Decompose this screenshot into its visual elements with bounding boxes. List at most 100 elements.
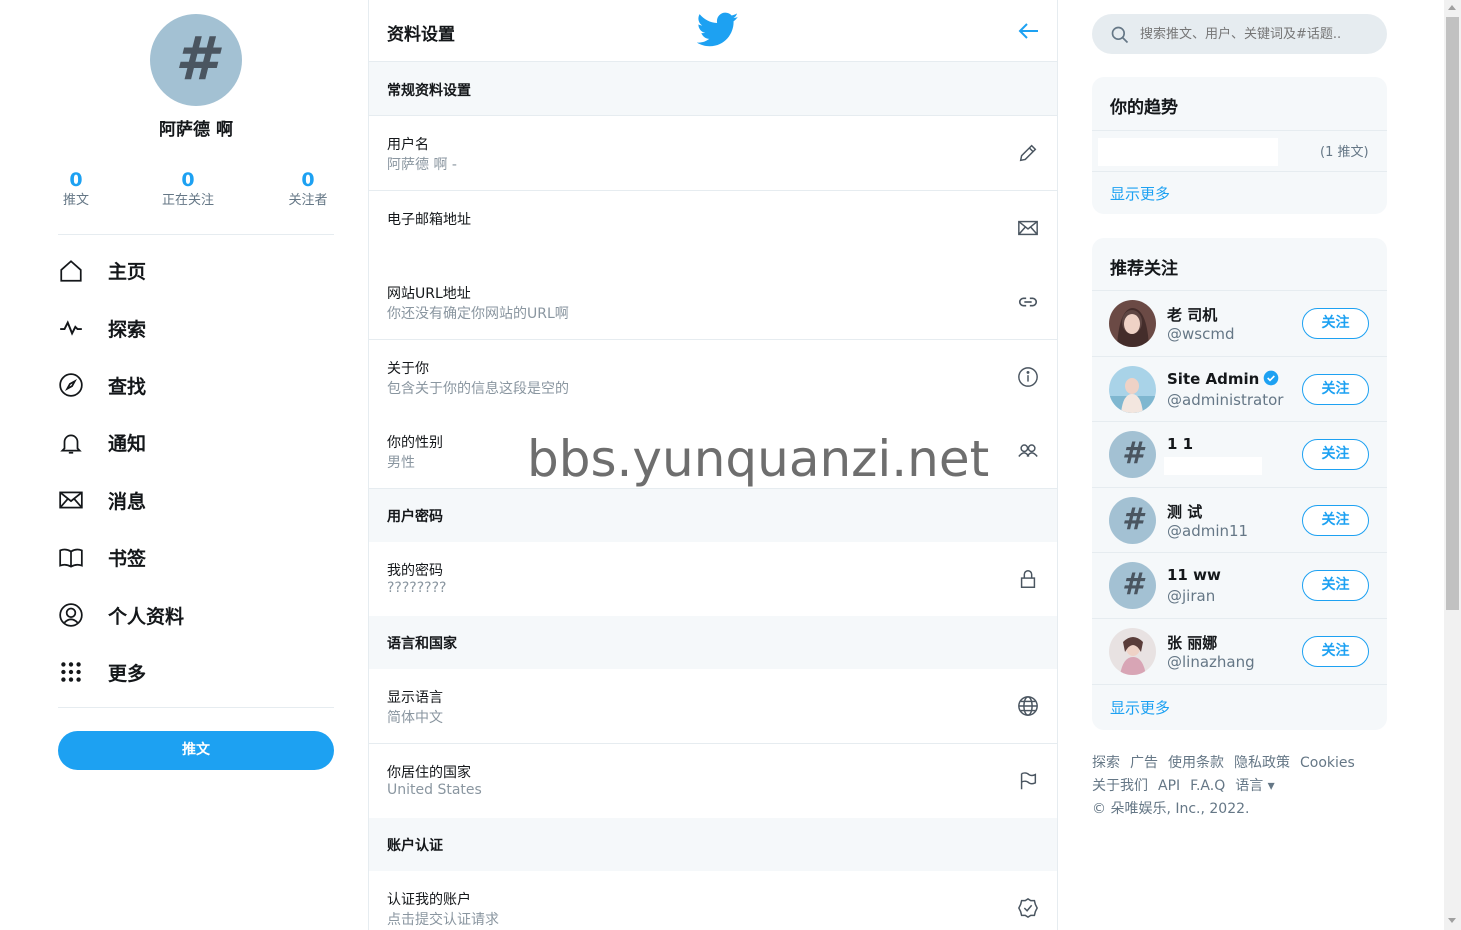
nav-item-home[interactable]: 主页 bbox=[56, 242, 336, 299]
user-avatar[interactable]: # bbox=[1109, 496, 1156, 544]
row-label: 我的密码 bbox=[387, 563, 443, 579]
user-name: 张 丽娜 bbox=[1167, 634, 1218, 652]
nav-item-label: 更多 bbox=[108, 662, 147, 685]
footer-link[interactable]: 使用条款 bbox=[1168, 755, 1224, 771]
section-title: 常规资料设置 bbox=[387, 83, 471, 99]
nav-item-notifications[interactable]: 通知 bbox=[56, 414, 336, 471]
user-handle: @administrator bbox=[1167, 390, 1284, 409]
follow-user-item[interactable]: 老 司机 @wscmd 关注 bbox=[1092, 291, 1387, 357]
nav-item-messages[interactable]: 消息 bbox=[56, 472, 336, 529]
user-photo-icon bbox=[1109, 365, 1156, 413]
scroll-thumb[interactable] bbox=[1446, 17, 1459, 610]
profile-name[interactable]: 阿萨德 啊 bbox=[56, 115, 336, 140]
follow-user-item[interactable]: # 测 试 @admin11 关注 bbox=[1092, 488, 1387, 554]
footer-copyright: © 朵唯娱乐, Inc., 2022. bbox=[1092, 801, 1250, 817]
user-name: 1 1 bbox=[1167, 435, 1194, 454]
follow-button[interactable]: 关注 bbox=[1302, 570, 1369, 602]
user-avatar[interactable]: # bbox=[1109, 562, 1156, 610]
follow-button[interactable]: 关注 bbox=[1302, 439, 1369, 471]
nav-item-find[interactable]: 查找 bbox=[56, 357, 336, 414]
lock-icon[interactable] bbox=[1017, 568, 1039, 590]
scroll-down-arrow-icon[interactable] bbox=[1448, 918, 1456, 923]
follow-user-item[interactable]: # 1 1 关注 bbox=[1092, 422, 1387, 488]
search-icon bbox=[1111, 26, 1129, 44]
row-display-language[interactable]: 显示语言 简体中文 bbox=[369, 669, 1057, 744]
settings-header: 资料设置 bbox=[369, 0, 1057, 62]
users-icon[interactable] bbox=[1017, 440, 1039, 462]
nav-divider-top bbox=[58, 234, 334, 235]
watermark-text: bbs.yunquanzi.net bbox=[527, 430, 990, 488]
trend-item-blank[interactable] bbox=[1098, 138, 1278, 166]
user-avatar[interactable] bbox=[1109, 365, 1156, 413]
follow-user-item[interactable]: # 11 ww @jiran 关注 bbox=[1092, 553, 1387, 619]
mail-icon bbox=[59, 491, 83, 509]
row-verify-account[interactable]: 认证我的账户 点击提交认证请求 bbox=[369, 871, 1057, 930]
footer-link[interactable]: 广告 bbox=[1130, 755, 1158, 771]
nav-item-label: 通知 bbox=[108, 433, 147, 456]
profile-avatar[interactable]: # bbox=[150, 14, 242, 106]
row-country[interactable]: 你居住的国家 United States bbox=[369, 744, 1057, 819]
row-label: 网站URL地址 bbox=[387, 286, 471, 302]
row-label: 认证我的账户 bbox=[387, 892, 471, 908]
footer-link[interactable]: 探索 bbox=[1092, 755, 1120, 771]
nav-item-bookmarks[interactable]: 书签 bbox=[56, 529, 336, 586]
user-handle: @admin11 bbox=[1167, 521, 1249, 540]
footer-link[interactable]: Cookies bbox=[1300, 755, 1355, 771]
verified-check-icon[interactable] bbox=[1017, 897, 1039, 919]
row-value: ???????? bbox=[387, 580, 447, 596]
user-avatar[interactable] bbox=[1109, 628, 1156, 675]
follow-button[interactable]: 关注 bbox=[1302, 308, 1369, 339]
user-photo-icon bbox=[1109, 628, 1156, 675]
row-label: 用户名 bbox=[387, 137, 429, 153]
row-username[interactable]: 用户名 阿萨德 啊 - bbox=[369, 116, 1057, 191]
back-arrow-icon[interactable] bbox=[1017, 19, 1041, 43]
stat-followers[interactable]: 0 关注者 bbox=[284, 168, 332, 210]
nav-item-profile[interactable]: 个人资料 bbox=[56, 586, 336, 643]
stat-followers-label: 关注者 bbox=[288, 193, 328, 208]
follow-button[interactable]: 关注 bbox=[1302, 373, 1369, 405]
follow-user-item[interactable]: 张 丽娜 @linazhang 关注 bbox=[1092, 619, 1387, 685]
footer-link[interactable]: 隐私政策 bbox=[1234, 755, 1290, 771]
info-icon[interactable] bbox=[1017, 366, 1039, 388]
link-icon[interactable] bbox=[1017, 291, 1039, 313]
trends-show-more-link[interactable]: 显示更多 bbox=[1110, 183, 1170, 204]
stat-tweets[interactable]: 0 推文 bbox=[56, 168, 96, 210]
search-input[interactable] bbox=[1138, 23, 1378, 45]
stat-following[interactable]: 0 正在关注 bbox=[156, 168, 220, 210]
stat-following-count: 0 bbox=[181, 169, 195, 191]
follow-button[interactable]: 关注 bbox=[1302, 504, 1369, 536]
right-sidebar: 你的趋势 (1 推文) 显示更多 推荐关注 老 司机 @wscmd 关注 Sit… bbox=[1092, 0, 1388, 930]
footer-link[interactable]: API bbox=[1158, 778, 1180, 794]
footer-language-dropdown[interactable]: 语言 ▾ bbox=[1235, 778, 1274, 794]
row-website[interactable]: 网站URL地址 你还没有确定你网站的URL啊 bbox=[369, 265, 1057, 340]
footer-link[interactable]: F.A.Q bbox=[1190, 778, 1225, 794]
user-name: Site Admin bbox=[1167, 370, 1279, 388]
flag-icon[interactable] bbox=[1017, 770, 1039, 792]
scroll-up-arrow-icon[interactable] bbox=[1448, 5, 1456, 10]
row-value: 你还没有确定你网站的URL啊 bbox=[387, 306, 569, 322]
twitter-bird-logo-icon[interactable] bbox=[697, 12, 739, 48]
user-avatar[interactable]: # bbox=[1109, 431, 1156, 479]
footer-link[interactable]: 关于我们 bbox=[1092, 778, 1148, 794]
row-about[interactable]: 关于你 包含关于你的信息这段是空的 bbox=[369, 340, 1057, 415]
page-scrollbar[interactable] bbox=[1444, 0, 1461, 930]
nav-item-explore[interactable]: 探索 bbox=[56, 299, 336, 356]
globe-icon[interactable] bbox=[1017, 695, 1039, 717]
follow-show-more-link[interactable]: 显示更多 bbox=[1110, 697, 1170, 718]
row-password[interactable]: 我的密码 ???????? bbox=[369, 542, 1057, 617]
user-handle: @jiran bbox=[1167, 587, 1216, 606]
nav-item-more[interactable]: 更多 bbox=[56, 644, 336, 701]
pencil-icon[interactable] bbox=[1017, 142, 1039, 164]
follow-title: 推荐关注 bbox=[1110, 259, 1178, 279]
bell-icon bbox=[60, 434, 82, 454]
stat-following-label: 正在关注 bbox=[161, 193, 214, 208]
envelope-icon[interactable] bbox=[1017, 217, 1039, 239]
follow-user-item[interactable]: Site Admin @administrator 关注 bbox=[1092, 357, 1387, 423]
nav-item-label: 主页 bbox=[108, 261, 147, 284]
row-email[interactable]: 电子邮箱地址 bbox=[369, 191, 1057, 266]
footer-line-1: 探索 广告 使用条款 隐私政策 Cookies bbox=[1092, 752, 1387, 775]
follow-button[interactable]: 关注 bbox=[1302, 636, 1369, 667]
search-box[interactable] bbox=[1092, 14, 1387, 54]
tweet-button[interactable]: 推文 bbox=[58, 731, 334, 770]
user-avatar[interactable] bbox=[1109, 300, 1156, 347]
